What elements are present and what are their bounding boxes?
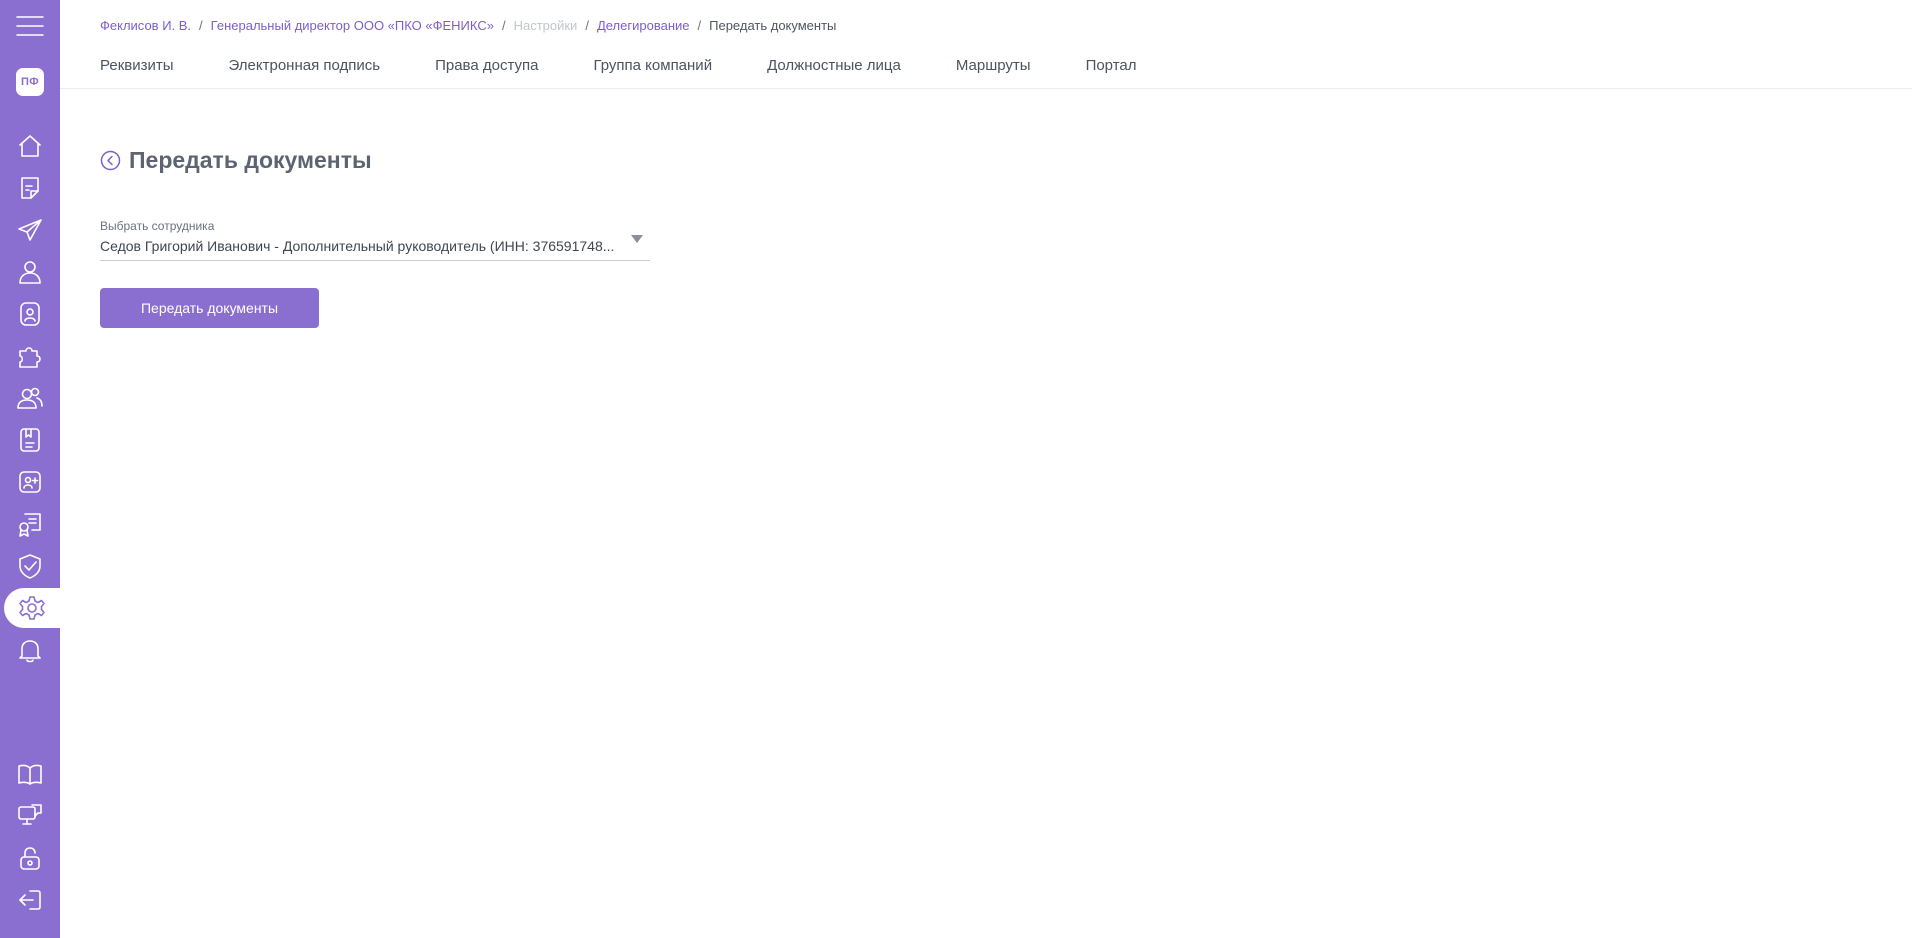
shield-check-icon[interactable]: [0, 546, 60, 586]
breadcrumb-separator: /: [697, 18, 702, 33]
breadcrumb-delegation[interactable]: Делегирование: [597, 18, 690, 33]
logout-icon[interactable]: [0, 880, 60, 920]
id-badge-icon[interactable]: [0, 294, 60, 334]
open-book-icon[interactable]: [0, 754, 60, 794]
user-icon[interactable]: [0, 252, 60, 292]
breadcrumb-separator: /: [501, 18, 506, 33]
breadcrumb-separator: /: [199, 18, 203, 33]
tabs-divider: [60, 88, 1912, 89]
avatar[interactable]: ПФ: [16, 68, 44, 96]
home-icon[interactable]: [0, 126, 60, 166]
breadcrumb-current: Передать документы: [709, 18, 837, 33]
breadcrumb-user[interactable]: Феклисов И. В.: [100, 18, 191, 33]
book-list-icon[interactable]: [0, 420, 60, 460]
puzzle-icon[interactable]: [0, 336, 60, 376]
add-contact-icon[interactable]: [0, 462, 60, 502]
unlock-icon[interactable]: [0, 838, 60, 878]
transfer-documents-button[interactable]: Передать документы: [100, 288, 319, 328]
certificate-icon[interactable]: [0, 504, 60, 544]
settings-tabs: Реквизиты Электронная подпись Права дост…: [100, 57, 1192, 74]
tab-routes[interactable]: Маршруты: [956, 57, 1031, 74]
tab-company-group[interactable]: Группа компаний: [593, 57, 712, 74]
send-icon[interactable]: [0, 210, 60, 250]
page-header: Передать документы: [100, 147, 372, 174]
tab-electronic-signature[interactable]: Электронная подпись: [229, 57, 381, 74]
tab-officials[interactable]: Должностные лица: [767, 57, 901, 74]
users-group-icon[interactable]: [0, 378, 60, 418]
page-title: Передать документы: [129, 147, 372, 173]
document-icon[interactable]: [0, 168, 60, 208]
tab-requisites[interactable]: Реквизиты: [100, 57, 174, 74]
sidebar: ПФ: [0, 0, 60, 938]
dropdown-arrow-icon[interactable]: [631, 235, 643, 243]
back-circle-icon[interactable]: [100, 150, 121, 171]
hamburger-menu-icon[interactable]: [0, 6, 60, 46]
breadcrumb: Феклисов И. В. / Генеральный директор ОО…: [100, 18, 836, 33]
employee-select[interactable]: Выбрать сотрудника Седов Григорий Иванов…: [100, 219, 650, 261]
monitor-chat-icon[interactable]: [0, 796, 60, 836]
breadcrumb-separator: /: [585, 18, 589, 33]
breadcrumb-settings: Настройки: [513, 18, 578, 33]
tab-portal[interactable]: Портал: [1086, 57, 1137, 74]
gear-icon[interactable]: [4, 588, 60, 628]
breadcrumb-position[interactable]: Генеральный директор ООО «ПКО «ФЕНИКС»: [211, 18, 494, 33]
tab-access-rights[interactable]: Права доступа: [435, 57, 538, 74]
employee-select-value: Седов Григорий Иванович - Дополнительный…: [100, 238, 615, 254]
employee-select-label: Выбрать сотрудника: [100, 219, 215, 233]
bell-icon[interactable]: [0, 630, 60, 670]
